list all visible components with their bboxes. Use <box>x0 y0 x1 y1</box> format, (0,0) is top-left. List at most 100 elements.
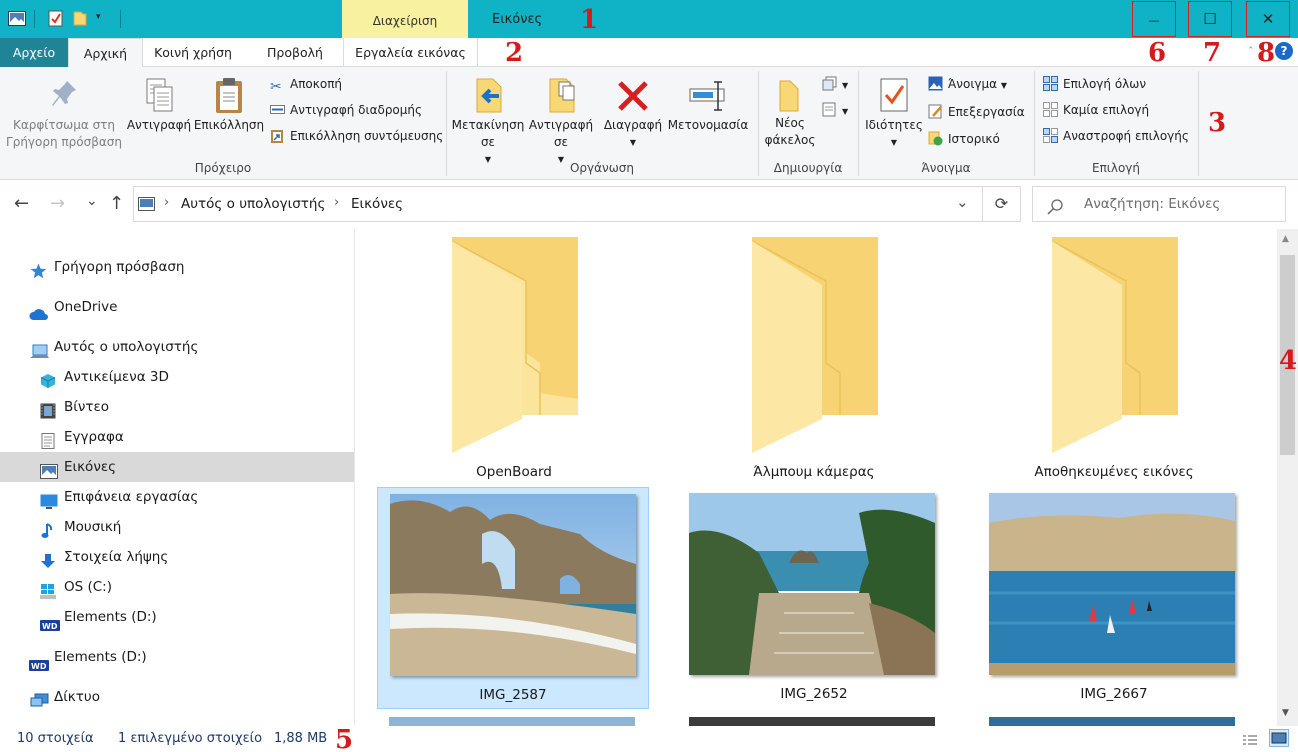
refresh-icon: ⟳ <box>994 194 1009 213</box>
scroll-down-arrow-icon[interactable]: ▼ <box>1282 708 1289 718</box>
invert-selection-button[interactable]: Αναστροφή επιλογής <box>1043 128 1189 144</box>
download-arrow-icon <box>40 550 56 568</box>
tab-view[interactable]: Προβολή <box>252 38 338 67</box>
clipboard-icon <box>193 75 265 117</box>
properties-icon[interactable] <box>48 10 64 27</box>
address-dropdown-chevron-icon[interactable]: ⌄ <box>956 193 969 211</box>
search-input[interactable]: Αναζήτηση: Εικόνες <box>1084 187 1220 221</box>
photo-name: IMG_2587 <box>479 687 547 703</box>
nav-item-network[interactable]: Δίκτυο <box>0 682 354 712</box>
photo-thumbnail-partial[interactable] <box>989 717 1235 726</box>
nav-label: Εγγραφα <box>64 429 124 445</box>
photo-item[interactable]: IMG_2652 <box>678 487 950 709</box>
move-to-button[interactable]: Μετακίνηση σε ▼ <box>450 75 526 168</box>
easy-access-button[interactable]: ▼ <box>822 102 848 120</box>
breadcrumb-separator[interactable]: › <box>164 195 169 210</box>
nav-item-downloads[interactable]: Στοιχεία λήψης <box>0 542 354 572</box>
scroll-up-arrow-icon[interactable]: ▲ <box>1282 234 1289 244</box>
nav-item-documents[interactable]: Εγγραφα <box>0 422 354 452</box>
forward-arrow-icon[interactable]: → <box>50 194 65 214</box>
tab-picture-tools[interactable]: Εργαλεία εικόνας <box>343 38 478 67</box>
breadcrumb-separator[interactable]: › <box>334 195 339 210</box>
photo-item[interactable]: IMG_2667 <box>978 487 1250 709</box>
music-note-icon <box>40 520 56 538</box>
nav-item-elements-d[interactable]: WD Elements (D:) <box>0 602 354 632</box>
folder-item[interactable]: OpenBoard <box>378 229 650 485</box>
nav-item-quick-access[interactable]: Γρήγορη πρόσβαση <box>0 252 354 282</box>
edit-button[interactable]: Επεξεργασία <box>928 104 1025 120</box>
wd-drive-icon: WD <box>40 612 60 631</box>
nav-item-music[interactable]: Μουσική <box>0 512 354 542</box>
nav-label: Δίκτυο <box>54 689 100 705</box>
photo-thumbnail-partial[interactable] <box>389 717 635 726</box>
properties-button[interactable]: Ιδιότητες ▼ <box>862 75 926 151</box>
customize-qat-dropdown[interactable]: ▾ <box>96 12 101 22</box>
select-group-label: Επιλογή <box>1091 161 1141 175</box>
copy-to-button[interactable]: Αντιγραφή σε ▼ <box>526 75 596 168</box>
refresh-button[interactable]: ⟳ <box>983 186 1021 222</box>
new-group-label: Δημιουργία <box>773 161 843 175</box>
manage-contextual-tab[interactable]: Διαχείριση <box>342 0 468 38</box>
vertical-scrollbar[interactable]: ▲ ▼ <box>1277 229 1298 726</box>
help-icon[interactable]: ? <box>1275 42 1293 60</box>
rename-button[interactable]: Μετονομασία <box>666 75 750 134</box>
folder-name: OpenBoard <box>476 464 552 480</box>
nav-label: Επιφάνεια εργασίας <box>64 489 199 505</box>
status-bar: 10 στοιχεία 1 επιλεγμένο στοιχείο 1,88 M… <box>0 726 1298 752</box>
chevron-down-icon: ▼ <box>842 81 849 90</box>
folder-item[interactable]: Άλμπουμ κάμερας <box>678 229 950 485</box>
paste-button[interactable]: Επικόλληση <box>193 75 265 134</box>
pin-to-quick-access-button[interactable]: Καρφίτσωμα στη Γρήγορη πρόσβαση <box>4 79 124 151</box>
folder-item[interactable]: Αποθηκευμένες εικόνες <box>978 229 1250 485</box>
breadcrumb-this-pc[interactable]: Αυτός ο υπολογιστής <box>181 196 325 212</box>
nav-item-os-c[interactable]: OS (C:) <box>0 572 354 602</box>
annotation-box-close <box>1246 1 1290 37</box>
select-all-button[interactable]: Επιλογή όλων <box>1043 76 1146 92</box>
ribbon: Καρφίτσωμα στη Γρήγορη πρόσβαση Αντιγραφ… <box>0 67 1298 180</box>
search-box[interactable]: Αναζήτηση: Εικόνες <box>1032 186 1286 222</box>
folder-icon <box>448 233 588 457</box>
new-item-button[interactable]: ▼ <box>822 76 848 94</box>
up-arrow-icon[interactable]: ↑ <box>109 194 124 214</box>
tab-file[interactable]: Αρχείο <box>0 38 68 67</box>
back-arrow-icon[interactable]: ← <box>14 194 29 214</box>
pictures-app-icon[interactable] <box>8 11 26 26</box>
select-none-button[interactable]: Καμία επιλογή <box>1043 102 1149 118</box>
paste-shortcut-button[interactable]: Επικόλληση συντόμευσης <box>270 128 443 144</box>
nav-item-pictures[interactable]: Εικόνες <box>0 452 354 482</box>
breadcrumb-pictures[interactable]: Εικόνες <box>351 196 403 212</box>
copy-button[interactable]: Αντιγραφή <box>126 75 192 134</box>
details-view-icon[interactable] <box>1242 732 1258 746</box>
cube-icon <box>40 370 56 388</box>
move-to-icon <box>450 75 526 117</box>
nav-item-elements-d-root[interactable]: WD Elements (D:) <box>0 642 354 672</box>
chevron-down-icon: ▼ <box>629 138 637 147</box>
cut-button[interactable]: ✂ Αποκοπή <box>270 76 342 95</box>
tab-home[interactable]: Αρχική <box>68 38 143 68</box>
recent-locations-chevron-icon[interactable]: ⌄ <box>86 191 98 211</box>
expand-ribbon-icon[interactable]: ˆ <box>1248 45 1254 58</box>
photo-thumbnail-partial[interactable] <box>689 717 935 726</box>
new-folder-icon[interactable] <box>72 10 88 27</box>
copy-path-button[interactable]: Αντιγραφή διαδρομής <box>270 102 422 118</box>
address-bar[interactable]: › Αυτός ο υπολογιστής › Εικόνες ⌄ <box>133 186 983 222</box>
nav-item-this-pc[interactable]: Αυτός ο υπολογιστής <box>0 332 354 362</box>
nav-item-desktop[interactable]: Επιφάνεια εργασίας <box>0 482 354 512</box>
nav-label: Elements (D:) <box>64 609 157 625</box>
network-icon <box>30 690 49 707</box>
nav-item-3d-objects[interactable]: Αντικείμενα 3D <box>0 362 354 392</box>
open-button[interactable]: Άνοιγμα ▼ <box>928 76 1007 94</box>
copy-path-icon <box>270 102 285 117</box>
photo-item[interactable]: IMG_2587 <box>377 487 649 709</box>
nav-item-onedrive[interactable]: OneDrive <box>0 292 354 322</box>
select-all-label: Επιλογή όλων <box>1063 77 1147 91</box>
photo-name: IMG_2652 <box>780 686 848 702</box>
file-explorer-window: ▾ Διαχείριση Εικόνες — ☐ ✕ Αρχείο Αρχική… <box>0 0 1298 752</box>
history-button[interactable]: Ιστορικό <box>928 131 1000 147</box>
nav-item-videos[interactable]: Βίντεο <box>0 392 354 422</box>
pictures-icon <box>40 460 58 479</box>
tab-share[interactable]: Κοινή χρήση <box>146 38 240 67</box>
delete-button[interactable]: Διαγραφή ▼ <box>600 75 666 151</box>
large-icons-view-icon[interactable] <box>1269 729 1289 747</box>
new-folder-button[interactable]: Νέος φάκελος <box>762 75 818 149</box>
